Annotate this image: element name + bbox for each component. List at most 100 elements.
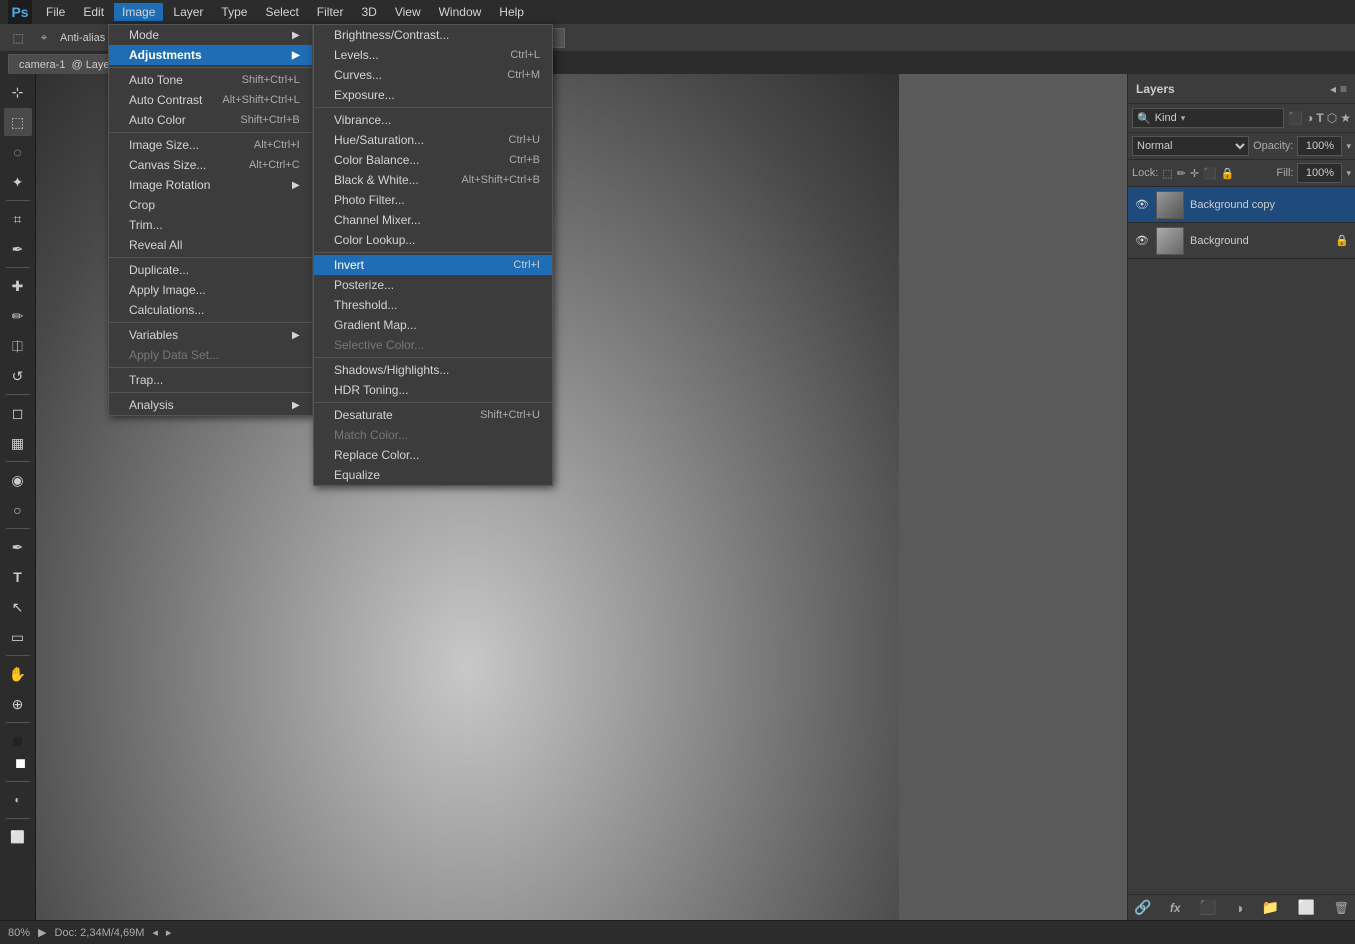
adj-exposure[interactable]: Exposure... — [314, 85, 552, 105]
kind-dropdown-arrow[interactable]: ▾ — [1181, 113, 1186, 124]
pen-tool[interactable]: ✒ — [4, 533, 32, 561]
menu-duplicate[interactable]: Duplicate... — [109, 260, 312, 280]
filter-shape-icon[interactable]: ⬡ — [1327, 111, 1337, 125]
layers-collapse-icon[interactable]: ◂ — [1330, 82, 1336, 96]
filter-smart-icon[interactable]: ★ — [1340, 111, 1351, 125]
menu-select[interactable]: Select — [257, 3, 306, 21]
fx-icon[interactable]: fx — [1170, 901, 1181, 915]
adj-photo-filter[interactable]: Photo Filter... — [314, 190, 552, 210]
adj-color-balance[interactable]: Color Balance... Ctrl+B — [314, 150, 552, 170]
menu-3d[interactable]: 3D — [353, 3, 384, 21]
dodge-tool[interactable]: ○ — [4, 496, 32, 524]
brush-tool[interactable]: ✏ — [4, 302, 32, 330]
lock-artboard-icon[interactable]: ⬛ — [1203, 167, 1217, 180]
menu-window[interactable]: Window — [431, 3, 490, 21]
menu-type[interactable]: Type — [213, 3, 255, 21]
menu-trim[interactable]: Trim... — [109, 215, 312, 235]
shape-tool[interactable]: ▭ — [4, 623, 32, 651]
eyedropper-tool[interactable]: ✒ — [4, 235, 32, 263]
menu-trap[interactable]: Trap... — [109, 370, 312, 390]
lock-transparency-icon[interactable]: ⬚ — [1162, 167, 1172, 180]
menu-mode[interactable]: Mode ▶ — [109, 25, 312, 45]
adj-brightness-contrast[interactable]: Brightness/Contrast... — [314, 25, 552, 45]
status-nav-right[interactable]: ▸ — [166, 926, 172, 939]
background-color[interactable]: ■ — [7, 749, 35, 777]
blend-mode-select[interactable]: Normal — [1132, 136, 1249, 156]
quick-mask-tool[interactable]: ◐ — [4, 786, 32, 814]
history-brush-tool[interactable]: ↺ — [4, 362, 32, 390]
link-layers-icon[interactable]: 🔗 — [1134, 899, 1151, 916]
type-tool[interactable]: T — [4, 563, 32, 591]
screen-mode-tool[interactable]: ⬜ — [4, 823, 32, 851]
marquee-tool[interactable]: ⬚ — [4, 108, 32, 136]
layer-background-copy[interactable]: 👁 Background copy — [1128, 187, 1355, 223]
opacity-input[interactable] — [1297, 136, 1342, 156]
adj-threshold[interactable]: Threshold... — [314, 295, 552, 315]
layer-eye-bg-copy[interactable]: 👁 — [1134, 197, 1150, 213]
lock-paint-icon[interactable]: ✏ — [1177, 167, 1186, 180]
adj-invert[interactable]: Invert Ctrl+I — [314, 255, 552, 275]
magic-wand-tool[interactable]: ✦ — [4, 168, 32, 196]
menu-image-size[interactable]: Image Size... Alt+Ctrl+I — [109, 135, 312, 155]
layers-menu-icon[interactable]: ≡ — [1340, 82, 1347, 96]
menu-canvas-size[interactable]: Canvas Size... Alt+Ctrl+C — [109, 155, 312, 175]
adj-levels[interactable]: Levels... Ctrl+L — [314, 45, 552, 65]
menu-calculations[interactable]: Calculations... — [109, 300, 312, 320]
filter-adjustment-icon[interactable]: ◑ — [1306, 111, 1313, 125]
adj-vibrance[interactable]: Vibrance... — [314, 110, 552, 130]
menu-adjustments[interactable]: Adjustments ▶ — [109, 45, 312, 65]
menu-auto-contrast[interactable]: Auto Contrast Alt+Shift+Ctrl+L — [109, 90, 312, 110]
adj-posterize[interactable]: Posterize... — [314, 275, 552, 295]
adj-desaturate[interactable]: Desaturate Shift+Ctrl+U — [314, 405, 552, 425]
status-nav-left[interactable]: ◂ — [152, 926, 158, 939]
zoom-tool[interactable]: ⊕ — [4, 690, 32, 718]
menu-crop[interactable]: Crop — [109, 195, 312, 215]
adj-equalize[interactable]: Equalize — [314, 465, 552, 485]
adj-gradient-map[interactable]: Gradient Map... — [314, 315, 552, 335]
adj-black-white[interactable]: Black & White... Alt+Shift+Ctrl+B — [314, 170, 552, 190]
eraser-tool[interactable]: ◻ — [4, 399, 32, 427]
opacity-arrow[interactable]: ▾ — [1346, 141, 1351, 152]
menu-auto-tone[interactable]: Auto Tone Shift+Ctrl+L — [109, 70, 312, 90]
adj-hue-saturation[interactable]: Hue/Saturation... Ctrl+U — [314, 130, 552, 150]
filter-pixel-icon[interactable]: ⬛ — [1288, 111, 1303, 125]
menu-analysis[interactable]: Analysis ▶ — [109, 395, 312, 415]
menu-layer[interactable]: Layer — [165, 3, 211, 21]
adjustment-icon[interactable]: ◑ — [1235, 900, 1243, 916]
menu-view[interactable]: View — [387, 3, 429, 21]
adj-curves[interactable]: Curves... Ctrl+M — [314, 65, 552, 85]
adj-shadows-highlights[interactable]: Shadows/Highlights... — [314, 360, 552, 380]
mask-icon[interactable]: ⬛ — [1199, 899, 1216, 916]
blur-tool[interactable]: ◉ — [4, 466, 32, 494]
crop-tool[interactable]: ⌗ — [4, 205, 32, 233]
menu-image-rotation[interactable]: Image Rotation ▶ — [109, 175, 312, 195]
heal-tool[interactable]: ✚ — [4, 272, 32, 300]
lasso-tool[interactable]: ◌ — [4, 138, 32, 166]
clone-tool[interactable]: ⎅ — [4, 332, 32, 360]
menu-filter[interactable]: Filter — [309, 3, 352, 21]
menu-reveal-all[interactable]: Reveal All — [109, 235, 312, 255]
adj-replace-color[interactable]: Replace Color... — [314, 445, 552, 465]
lock-position-icon[interactable]: ✛ — [1190, 167, 1199, 180]
adj-color-lookup[interactable]: Color Lookup... — [314, 230, 552, 250]
menu-help[interactable]: Help — [491, 3, 532, 21]
menu-file[interactable]: File — [38, 3, 73, 21]
group-icon[interactable]: 📁 — [1262, 899, 1279, 916]
hand-tool[interactable]: ✋ — [4, 660, 32, 688]
layer-eye-bg[interactable]: 👁 — [1134, 233, 1150, 249]
menu-image[interactable]: Image — [114, 3, 163, 21]
menu-edit[interactable]: Edit — [75, 3, 112, 21]
menu-variables[interactable]: Variables ▶ — [109, 325, 312, 345]
adj-channel-mixer[interactable]: Channel Mixer... — [314, 210, 552, 230]
fill-input[interactable] — [1297, 163, 1342, 183]
adj-hdr-toning[interactable]: HDR Toning... — [314, 380, 552, 400]
new-layer-icon[interactable]: ⬜ — [1298, 899, 1315, 916]
filter-type-icon[interactable]: T — [1316, 111, 1323, 125]
move-tool[interactable]: ⊹ — [4, 78, 32, 106]
layers-search[interactable]: 🔍 Kind ▾ — [1132, 108, 1284, 128]
gradient-tool[interactable]: ▦ — [4, 429, 32, 457]
delete-layer-icon[interactable]: 🗑 — [1334, 901, 1349, 915]
menu-apply-image[interactable]: Apply Image... — [109, 280, 312, 300]
lock-all-icon[interactable]: 🔒 — [1221, 167, 1235, 180]
menu-auto-color[interactable]: Auto Color Shift+Ctrl+B — [109, 110, 312, 130]
